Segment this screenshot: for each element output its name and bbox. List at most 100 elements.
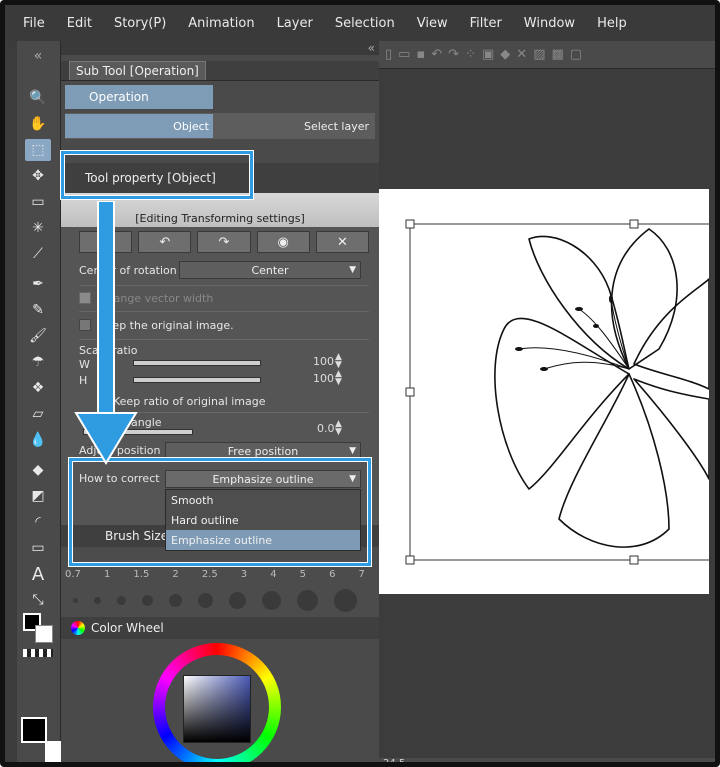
rotate-left-icon[interactable]: ↶: [138, 231, 192, 253]
redo-icon[interactable]: ↷: [448, 47, 459, 62]
confirm-icon[interactable]: ◉: [256, 231, 310, 253]
w-spinner-icon[interactable]: ▲ ▼: [335, 353, 342, 370]
brush-dot[interactable]: [198, 592, 213, 608]
auto-select-tool-icon[interactable]: ✳: [25, 217, 51, 239]
brush-size-label[interactable]: 7: [359, 569, 365, 585]
collapse-panel-icon[interactable]: «: [61, 41, 379, 55]
menu-file[interactable]: File: [23, 16, 45, 31]
brush-size-title[interactable]: Brush Size: [105, 529, 168, 543]
subtool-select-layer[interactable]: Select layer: [213, 114, 375, 138]
brush-dot[interactable]: [297, 589, 318, 611]
menu-story[interactable]: Story(P): [114, 16, 166, 31]
brush-dot[interactable]: [73, 597, 78, 603]
selection-tool-icon[interactable]: ▭: [25, 191, 51, 213]
clear-icon[interactable]: ▨: [533, 47, 545, 62]
menu-window[interactable]: Window: [524, 16, 575, 31]
eraser-tool-icon[interactable]: ▱: [25, 403, 51, 425]
airbrush-tool-icon[interactable]: ☂: [25, 351, 51, 373]
fill-icon[interactable]: ◆: [500, 47, 510, 62]
w-slider[interactable]: [133, 360, 261, 366]
brush-size-label[interactable]: 5: [300, 569, 306, 585]
open-icon[interactable]: ▭: [398, 47, 410, 62]
menu-edit[interactable]: Edit: [67, 16, 92, 31]
transparent-swatch[interactable]: [23, 649, 53, 657]
brush-size-label[interactable]: 6: [329, 569, 335, 585]
operation-tool-icon[interactable]: ⬚: [25, 139, 51, 161]
menu-layer[interactable]: Layer: [277, 16, 313, 31]
brush-dot[interactable]: [229, 591, 246, 609]
menu-view[interactable]: View: [417, 16, 448, 31]
brush-tool-icon[interactable]: 🖌: [25, 325, 51, 347]
brush-dot[interactable]: [94, 596, 101, 604]
brush-size-label[interactable]: 2: [172, 569, 178, 585]
w-value[interactable]: 100: [313, 355, 334, 368]
h-spinner-icon[interactable]: ▲ ▼: [335, 370, 342, 387]
deselect-icon[interactable]: ⁘: [465, 47, 476, 62]
app-window: File Edit Story(P) Animation Layer Selec…: [0, 0, 720, 767]
menu-animation[interactable]: Animation: [188, 16, 254, 31]
move-layer-tool-icon[interactable]: ✥: [25, 165, 51, 187]
brush-dot[interactable]: [169, 593, 182, 607]
operation-group[interactable]: Operation: [65, 85, 213, 109]
brush-size-numbers: 0.7 1 1.5 2 2.5 3 4 5 6 7: [65, 569, 365, 585]
angle-value[interactable]: 0.0: [317, 422, 335, 435]
brush-dot[interactable]: [117, 595, 126, 605]
eyedropper-tool-icon[interactable]: ⟋: [25, 243, 51, 265]
transform-icon[interactable]: ✕: [516, 47, 527, 62]
invert-icon[interactable]: ▣: [482, 47, 494, 62]
canvas-page[interactable]: [379, 189, 715, 594]
zoom-tool-icon[interactable]: 🔍: [25, 87, 51, 109]
menu-selection[interactable]: Selection: [335, 16, 395, 31]
text-tool-icon[interactable]: A: [25, 563, 51, 585]
pencil-tool-icon[interactable]: ✎: [25, 299, 51, 321]
angle-spinner-icon[interactable]: ▲ ▼: [335, 420, 342, 437]
brush-size-label[interactable]: 2.5: [202, 569, 218, 585]
hand-tool-icon[interactable]: ✋: [25, 113, 51, 135]
main-color-large-swatch[interactable]: [21, 717, 47, 743]
center-value: Center: [251, 263, 289, 277]
tool-property-title[interactable]: Tool property [Object]: [85, 171, 216, 185]
collapse-icon[interactable]: «: [25, 45, 51, 67]
menu-filter[interactable]: Filter: [470, 16, 502, 31]
brush-size-label[interactable]: 4: [270, 569, 276, 585]
figure-tool-icon[interactable]: ◜: [25, 511, 51, 533]
subtool-object[interactable]: Object: [65, 114, 213, 138]
brush-dot[interactable]: [142, 594, 153, 606]
sub-color-swatch[interactable]: [35, 625, 53, 643]
option-emphasize-outline[interactable]: Emphasize outline: [166, 530, 360, 550]
brush-dot[interactable]: [262, 590, 281, 610]
brush-size-label[interactable]: 1: [104, 569, 110, 585]
frame-tool-icon[interactable]: ▭: [25, 537, 51, 559]
option-smooth[interactable]: Smooth: [166, 490, 360, 510]
rotate-right-icon[interactable]: ↷: [197, 231, 251, 253]
brush-size-label[interactable]: 1.5: [133, 569, 149, 585]
h-slider[interactable]: [133, 377, 261, 383]
zoom-value[interactable]: 24.5: [383, 758, 405, 762]
decoration-tool-icon[interactable]: ❖: [25, 377, 51, 399]
color-wheel-title[interactable]: Color Wheel: [91, 621, 164, 635]
menu-help[interactable]: Help: [597, 16, 627, 31]
h-value[interactable]: 100: [313, 372, 334, 385]
brush-size-label[interactable]: 0.7: [65, 569, 81, 585]
saturation-value-square[interactable]: [183, 675, 251, 743]
correct-dropdown[interactable]: Emphasize outline ▼: [165, 470, 361, 488]
crop-icon[interactable]: ▢: [570, 47, 582, 62]
color-wheel-icon: [71, 621, 85, 635]
gradient-tool-icon[interactable]: ◩: [25, 485, 51, 507]
clear-outside-icon[interactable]: ▩: [551, 47, 563, 62]
cancel-icon[interactable]: ✕: [315, 231, 370, 253]
blend-tool-icon[interactable]: 💧: [25, 429, 51, 451]
brush-dot[interactable]: [334, 588, 357, 612]
save-icon[interactable]: ▪: [416, 47, 425, 62]
correct-options-list: Smooth Hard outline Emphasize outline: [165, 489, 361, 551]
new-icon[interactable]: ▯: [385, 47, 392, 62]
option-hard-outline[interactable]: Hard outline: [166, 510, 360, 530]
balloon-tool-icon[interactable]: ⤡: [25, 589, 51, 611]
pen-tool-icon[interactable]: ✒: [25, 273, 51, 295]
brush-size-label[interactable]: 3: [241, 569, 247, 585]
fill-tool-icon[interactable]: ◆: [25, 459, 51, 481]
subtool-tab[interactable]: Sub Tool [Operation]: [69, 61, 206, 80]
undo-icon[interactable]: ↶: [431, 47, 442, 62]
adjust-dropdown[interactable]: Free position ▼: [165, 442, 361, 460]
center-dropdown[interactable]: Center ▼: [179, 261, 361, 279]
